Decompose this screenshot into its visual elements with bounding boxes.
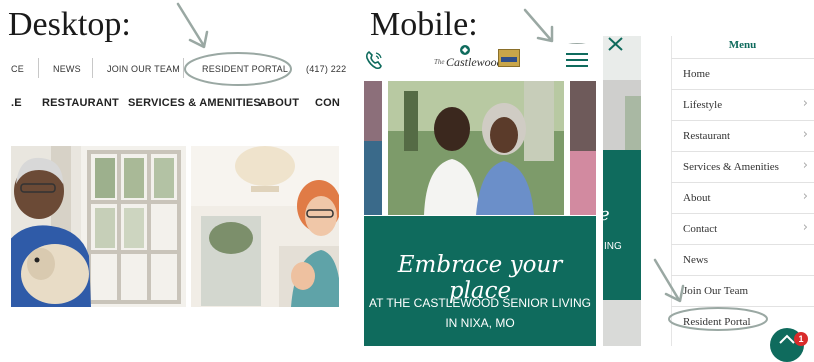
top-nav-item[interactable]: CE: [11, 64, 24, 74]
hamburger-menu-icon[interactable]: [563, 50, 591, 70]
desktop-hero-photo-2: [191, 146, 339, 307]
top-nav-join-our-team[interactable]: JOIN OUR TEAM: [107, 64, 180, 74]
chevron-right-icon[interactable]: ›: [803, 220, 808, 235]
mobile-page-peek: e ING: [599, 36, 641, 346]
chat-notification-badge: 1: [794, 332, 808, 346]
main-nav-item[interactable]: .E: [11, 97, 22, 109]
castlewood-logo[interactable]: The Castlewood: [434, 44, 524, 74]
logo-text: Castlewood: [446, 55, 503, 69]
desktop-annotation: [176, 2, 292, 86]
hero-subtitle-line-2: IN NIXA, MO: [445, 316, 515, 330]
main-nav-about[interactable]: ABOUT: [259, 97, 299, 109]
chevron-right-icon[interactable]: ›: [803, 189, 808, 204]
chevron-right-icon[interactable]: ›: [803, 158, 808, 173]
hero-subtitle-line-1: AT THE CASTLEWOOD SENIOR LIVING: [368, 296, 592, 310]
menu-annotation: [653, 258, 768, 331]
mobile-section-label: Mobile:: [370, 6, 478, 43]
menu-item-contact[interactable]: Contact ›: [671, 214, 814, 245]
menu-item-services-amenities[interactable]: Services & Amenities ›: [671, 152, 814, 183]
main-nav-contact[interactable]: CON: [315, 97, 340, 109]
menu-title: Menu: [728, 39, 757, 51]
chevron-right-icon[interactable]: ›: [803, 127, 808, 142]
top-nav-phone[interactable]: (417) 222: [306, 64, 346, 74]
chevron-right-icon[interactable]: ›: [803, 96, 808, 111]
desktop-hero-photo-1: [11, 146, 186, 307]
close-icon[interactable]: [606, 36, 626, 52]
mobile-hero-carousel: [364, 81, 596, 215]
menu-item-about[interactable]: About ›: [671, 183, 814, 214]
desktop-section-label: Desktop:: [8, 6, 131, 43]
phone-icon[interactable]: [365, 50, 383, 70]
main-nav-services-amenities[interactable]: SERVICES & AMENITIES: [128, 97, 261, 109]
top-nav-news[interactable]: NEWS: [53, 64, 81, 74]
award-badge: [498, 49, 520, 67]
mobile-hero-banner: Embrace your place AT THE CASTLEWOOD SEN…: [364, 216, 596, 346]
mobile-header: The Castlewood: [362, 44, 602, 78]
menu-item-home[interactable]: Home: [671, 59, 814, 90]
main-nav-restaurant[interactable]: RESTAURANT: [42, 97, 119, 109]
menu-item-restaurant[interactable]: Restaurant ›: [671, 121, 814, 152]
menu-item-lifestyle[interactable]: Lifestyle ›: [671, 90, 814, 121]
